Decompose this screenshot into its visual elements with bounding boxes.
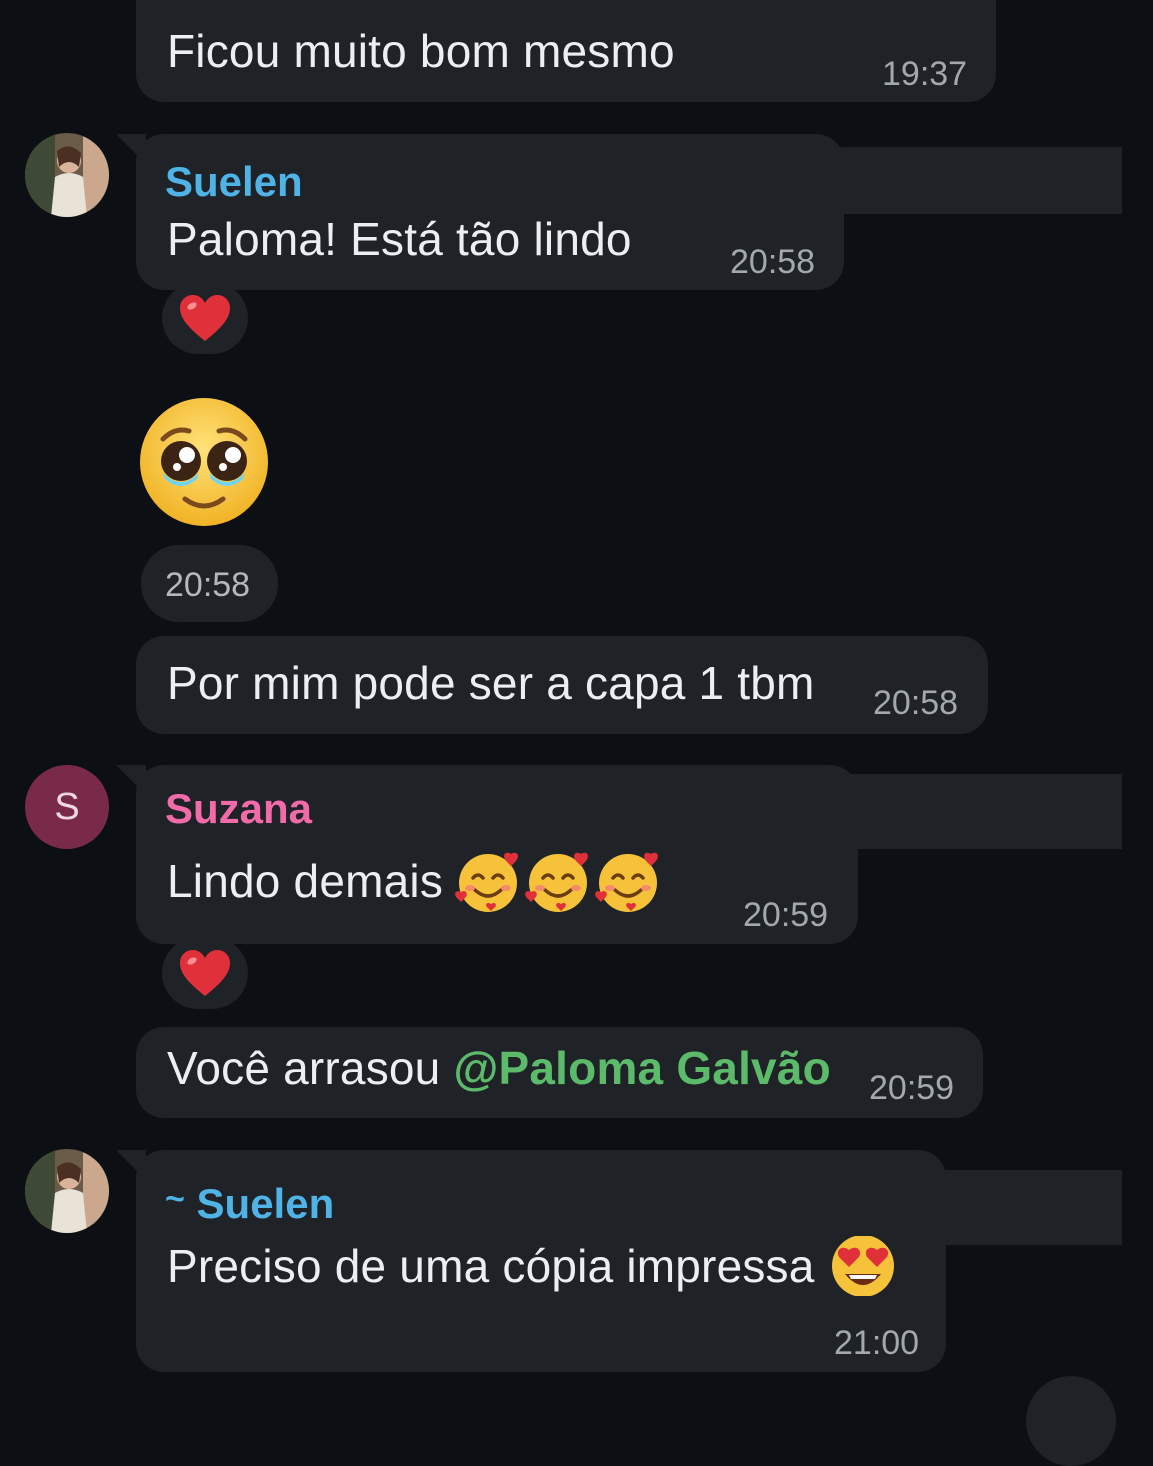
message-time: 20:59 [869, 1069, 955, 1107]
avatar-suelen[interactable] [25, 133, 109, 217]
message-text: Lindo demais [167, 848, 663, 914]
message-time: 20:58 [873, 684, 959, 722]
message-time: 20:58 [730, 243, 816, 281]
sender-name[interactable]: Suzana [165, 785, 312, 833]
heart-eyes-emoji-icon [831, 1236, 894, 1296]
avatar-suelen[interactable] [25, 1149, 109, 1233]
scroll-down-button[interactable] [1026, 1376, 1116, 1466]
reaction-heart[interactable] [162, 282, 248, 354]
message-time: 21:00 [834, 1324, 920, 1362]
message-time: 19:37 [882, 55, 968, 93]
bubble-extension [840, 774, 1122, 849]
reaction-heart[interactable] [162, 937, 248, 1009]
message-text: Ficou muito bom mesmo [167, 25, 675, 77]
smiling-face-with-hearts-icon [525, 852, 588, 912]
message-text: Por mim pode ser a capa 1 tbm [167, 657, 815, 709]
sender-name-text: Suelen [196, 1180, 335, 1227]
sender-name[interactable]: Suelen [165, 158, 303, 206]
bubble-extension [930, 1170, 1122, 1245]
sender-name[interactable]: ~ Suelen [165, 1180, 334, 1228]
smiling-face-with-hearts-icon [595, 852, 658, 912]
smiling-face-with-hearts-icon [455, 852, 518, 912]
sender-prefix: ~ [165, 1180, 185, 1218]
pleading-face-emoji[interactable] [137, 395, 271, 529]
message-text-content: Preciso de uma cópia impressa [167, 1240, 815, 1292]
avatar-suzana[interactable]: S [25, 765, 109, 849]
message-text: Preciso de uma cópia impressa [167, 1236, 899, 1296]
message-time: 20:58 [165, 566, 251, 604]
message-text: Você arrasou @Paloma Galvão [167, 1041, 831, 1095]
red-heart-icon [180, 295, 230, 341]
smiling-face-with-hearts-emoji-group [453, 848, 663, 914]
message-text: Paloma! Está tão lindo [167, 213, 632, 265]
message-time: 20:59 [743, 896, 829, 934]
mention-link[interactable]: @Paloma Galvão [453, 1042, 830, 1094]
bubble-extension [826, 147, 1122, 214]
red-heart-icon [180, 950, 230, 996]
message-text-content: Você arrasou [167, 1042, 441, 1094]
message-text-content: Lindo demais [167, 855, 444, 907]
